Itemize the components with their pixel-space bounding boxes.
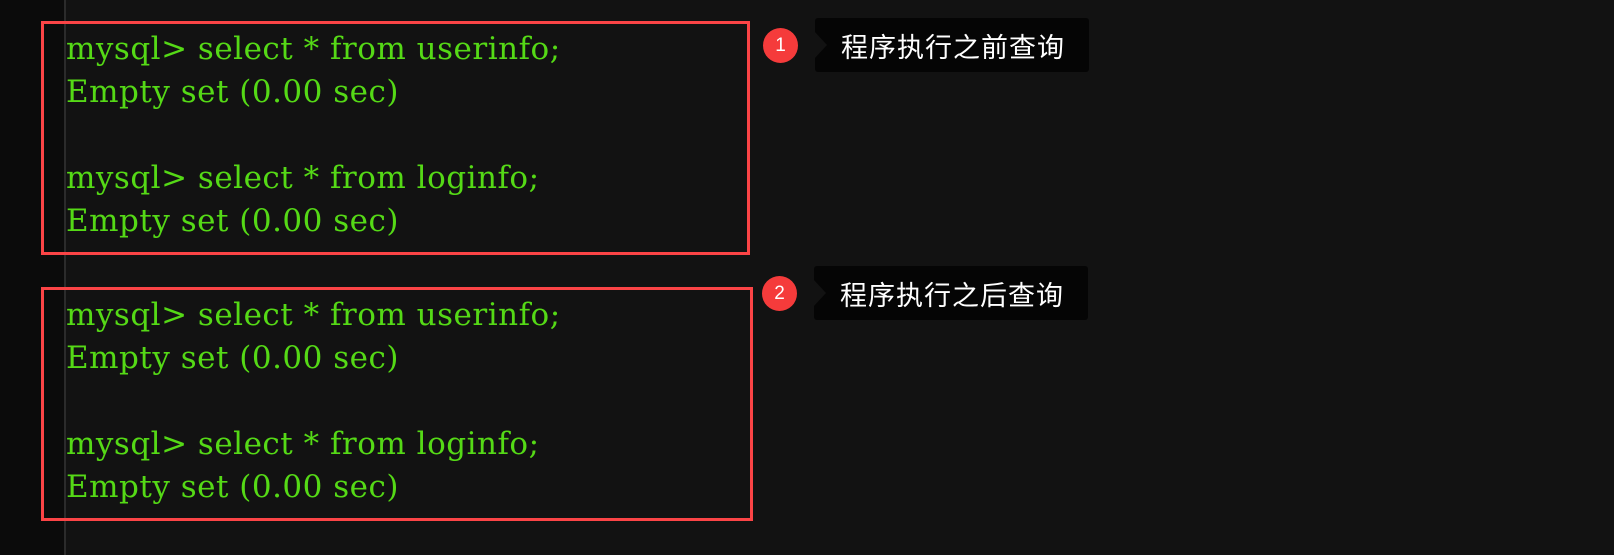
annotation-label-2: 程序执行之后查询	[840, 280, 1064, 312]
console-transcript-before: mysql> select * from userinfo; Empty set…	[66, 28, 747, 252]
annotation-badge-1: 1	[763, 27, 798, 63]
console-line: mysql> select * from loginfo;	[66, 160, 540, 196]
console-line: mysql> select * from loginfo;	[66, 426, 540, 462]
console-line: Empty set (0.00 sec)	[66, 340, 399, 376]
console-line: Empty set (0.00 sec)	[66, 74, 399, 110]
annotation-badge-2: 2	[762, 275, 797, 311]
console-line: Empty set (0.00 sec)	[66, 203, 399, 239]
highlighted-console-block-before: mysql> select * from userinfo; Empty set…	[41, 21, 750, 255]
screenshot-canvas: mysql> select * from userinfo; Empty set…	[0, 0, 1614, 555]
console-line: mysql> select * from userinfo;	[66, 31, 561, 67]
annotation-label-1: 程序执行之前查询	[841, 32, 1065, 64]
annotation-bubble-2: 程序执行之后查询	[814, 266, 1088, 320]
highlighted-console-block-after: mysql> select * from userinfo; Empty set…	[41, 287, 753, 521]
annotation-callout-2: 2 程序执行之后查询	[762, 266, 1088, 320]
annotation-callout-1: 1 程序执行之前查询	[763, 18, 1089, 72]
console-line: mysql> select * from userinfo;	[66, 297, 561, 333]
annotation-bubble-1: 程序执行之前查询	[815, 18, 1089, 72]
console-line: Empty set (0.00 sec)	[66, 469, 399, 505]
console-transcript-after: mysql> select * from userinfo; Empty set…	[66, 294, 750, 518]
